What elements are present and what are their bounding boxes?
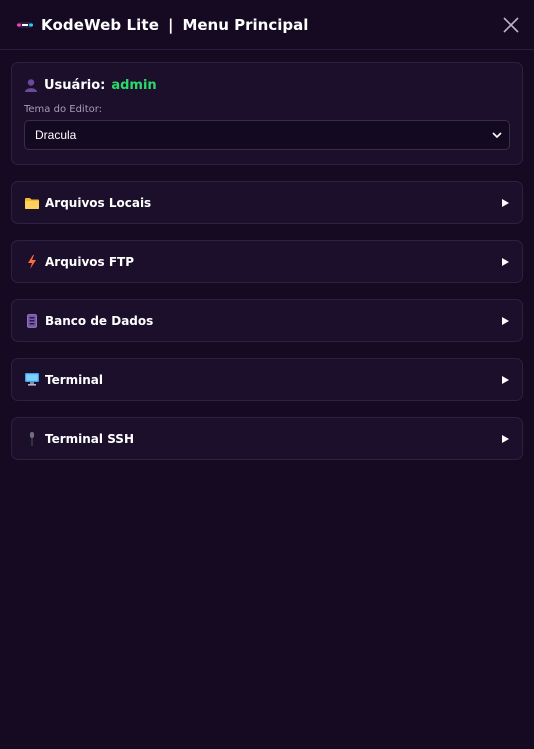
section-label: Terminal SSH [45, 431, 134, 446]
close-button[interactable] [502, 16, 520, 34]
lightning-icon [25, 254, 39, 269]
database-icon [25, 313, 39, 328]
expand-arrow-icon [502, 376, 509, 384]
title-separator: | [167, 15, 174, 34]
microphone-icon [25, 431, 39, 446]
section-label: Arquivos FTP [45, 254, 135, 269]
page-title: Menu Principal [182, 15, 309, 34]
editor-theme-value: Dracula [35, 128, 77, 142]
app-title: KodeWeb Lite [41, 15, 159, 34]
user-row: Usuário: admin [24, 77, 510, 93]
section-terminal[interactable]: Terminal [11, 358, 523, 401]
chevron-down-icon [492, 132, 502, 139]
section-label: Arquivos Locais [45, 195, 152, 210]
user-label: Usuário: [44, 77, 106, 93]
header-bar: KodeWeb Lite | Menu Principal [0, 0, 534, 50]
app-logo-icon [16, 20, 34, 30]
folder-icon [25, 196, 39, 210]
expand-arrow-icon [502, 317, 509, 325]
expand-arrow-icon [502, 435, 509, 443]
user-name: admin [111, 77, 157, 93]
section-label: Banco de Dados [45, 313, 154, 328]
close-icon [503, 17, 519, 33]
expand-arrow-icon [502, 199, 509, 207]
section-arquivos-ftp[interactable]: Arquivos FTP [11, 240, 523, 283]
user-icon [24, 78, 38, 92]
section-banco-de-dados[interactable]: Banco de Dados [11, 299, 523, 342]
section-arquivos-locais[interactable]: Arquivos Locais [11, 181, 523, 224]
editor-theme-label: Tema do Editor: [24, 104, 103, 115]
section-terminal-ssh[interactable]: Terminal SSH [11, 417, 523, 460]
user-card: Usuário: admin Tema do Editor: Dracula [11, 62, 523, 165]
editor-theme-select[interactable]: Dracula [24, 120, 510, 150]
section-label: Terminal [45, 372, 104, 387]
monitor-icon [25, 373, 39, 387]
expand-arrow-icon [502, 258, 509, 266]
